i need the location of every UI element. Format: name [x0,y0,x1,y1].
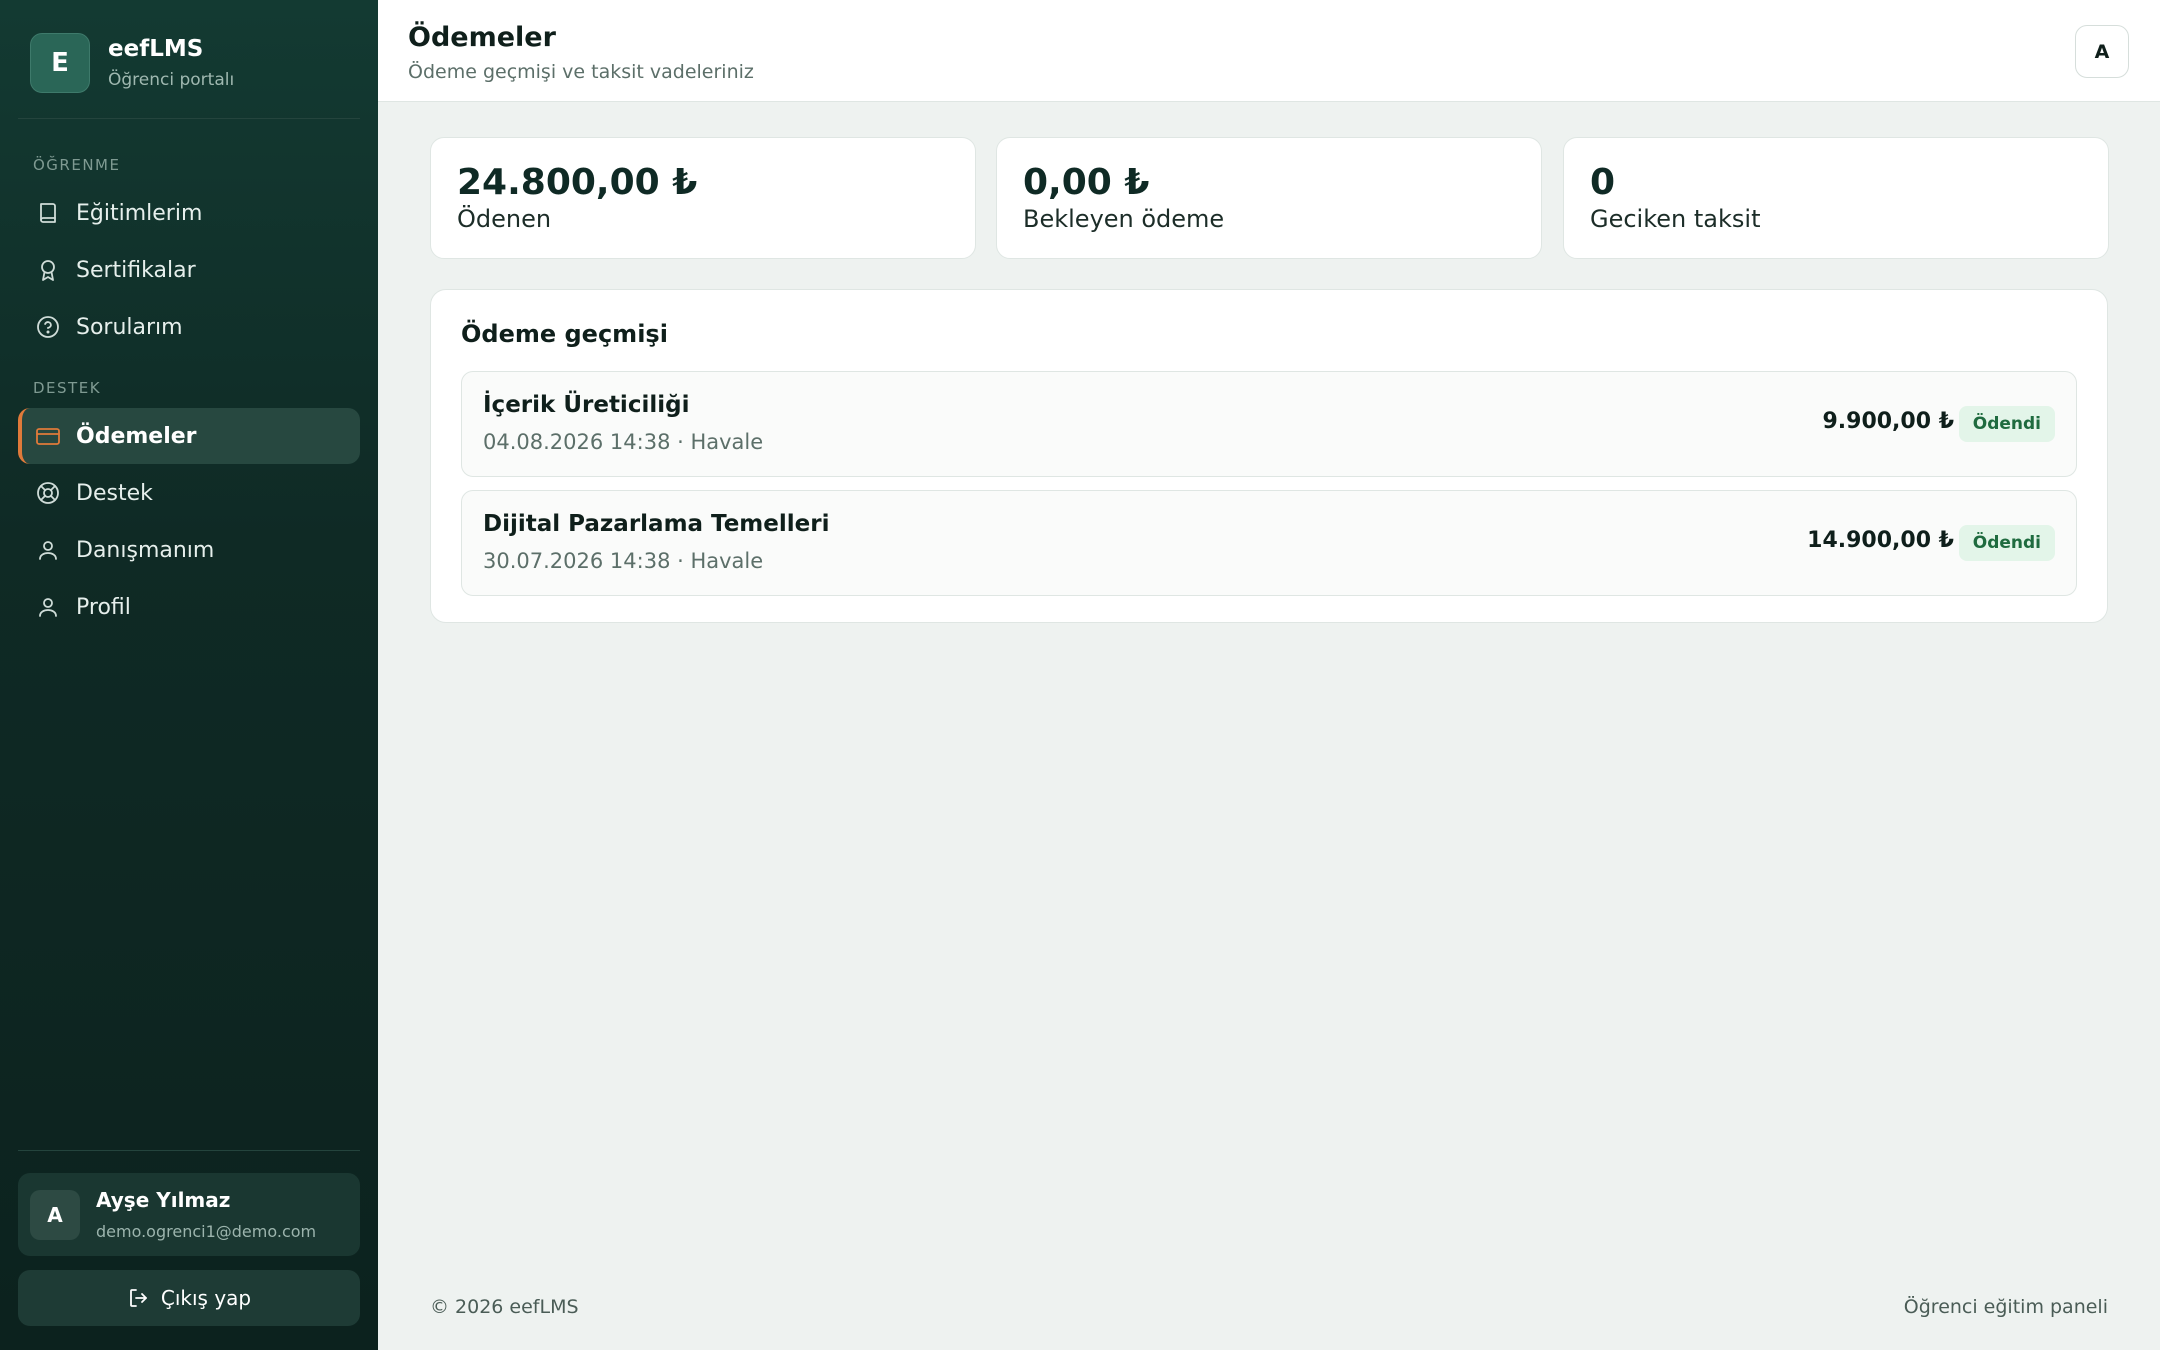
stat-card-pending: 0,00 ₺ Bekleyen ödeme [996,137,1542,259]
payment-course-name: İçerik Üreticiliği [483,392,690,418]
header-avatar-button[interactable]: A [2075,25,2129,78]
logout-button[interactable]: Çıkış yap [18,1270,360,1326]
award-icon [34,256,62,284]
avatar: A [30,1189,80,1240]
support-icon [34,479,62,507]
payment-meta: 04.08.2026 14:38 · Havale [483,430,764,454]
stat-card-overdue: 0 Geciken taksit [1563,137,2109,259]
stat-value: 24.800,00 ₺ [457,162,698,203]
sidebar-item-support[interactable]: Destek [18,465,360,521]
page-title: Ödemeler [408,22,556,53]
credit-card-icon [34,422,62,450]
logout-label: Çıkış yap [160,1286,252,1310]
stat-value: 0 [1590,162,1616,203]
status-badge: Ödendi [1958,406,2055,442]
payment-amount: 14.900,00 ₺ [1807,528,1954,553]
sidebar-item-label: Eğitimlerim [76,200,203,226]
sidebar-item-advisor[interactable]: Danışmanım [18,522,360,578]
user-icon [34,536,62,564]
brand-subtitle: Öğrenci portalı [108,70,235,90]
footer-copyright: © 2026 eefLMS [430,1296,579,1318]
sidebar-item-label: Sertifikalar [76,257,196,283]
list-item[interactable]: İçerik Üreticiliği 04.08.2026 14:38 · Ha… [461,371,2077,477]
section-title: Ödeme geçmişi [461,320,668,348]
sidebar-item-profile[interactable]: Profil [18,579,360,635]
sidebar-item-label: Ödemeler [76,423,197,449]
stat-card-paid: 24.800,00 ₺ Ödenen [430,137,976,259]
user-email: demo.ogrenci1@demo.com [96,1222,317,1241]
sidebar-divider [18,1150,360,1151]
brand-name: eefLMS [108,36,204,62]
sidebar-item-label: Danışmanım [76,537,215,563]
sidebar-item-label: Destek [76,480,153,506]
sidebar-item-label: Profil [76,594,131,620]
payment-course-name: Dijital Pazarlama Temelleri [483,511,830,537]
user-name: Ayşe Yılmaz [96,1188,231,1212]
logout-icon [127,1286,151,1310]
sidebar: E eefLMS Öğrenci portalı ÖĞRENME Eğitiml… [0,0,378,1350]
page-header: Ödemeler Ödeme geçmişi ve taksit vadeler… [378,0,2160,102]
stat-label: Bekleyen ödeme [1023,205,1225,233]
payment-history-card: Ödeme geçmişi İçerik Üreticiliği 04.08.2… [430,289,2108,623]
brand[interactable]: E eefLMS Öğrenci portalı [30,33,234,93]
stat-label: Ödenen [457,205,552,233]
payment-meta: 30.07.2026 14:38 · Havale [483,549,764,573]
sidebar-item-payments[interactable]: Ödemeler [18,408,360,464]
help-circle-icon [34,313,62,341]
brand-logo: E [30,33,90,93]
sidebar-item-label: Sorularım [76,314,183,340]
section-label-support: DESTEK [33,379,102,397]
footer-panel-label: Öğrenci eğitim paneli [1903,1296,2108,1318]
user-card[interactable]: A Ayşe Yılmaz demo.ogrenci1@demo.com [18,1173,360,1256]
section-label-learning: ÖĞRENME [33,156,121,174]
status-badge: Ödendi [1958,525,2055,561]
sidebar-item-questions[interactable]: Sorularım [18,299,360,355]
list-item[interactable]: Dijital Pazarlama Temelleri 30.07.2026 1… [461,490,2077,596]
stat-value: 0,00 ₺ [1023,162,1150,203]
page-subtitle: Ödeme geçmişi ve taksit vadeleriniz [408,61,754,83]
sidebar-item-trainings[interactable]: Eğitimlerim [18,185,360,241]
book-icon [34,199,62,227]
user-icon [34,593,62,621]
stat-label: Geciken taksit [1590,205,1761,233]
sidebar-divider [18,118,360,119]
sidebar-item-certificates[interactable]: Sertifikalar [18,242,360,298]
payment-amount: 9.900,00 ₺ [1822,409,1954,434]
